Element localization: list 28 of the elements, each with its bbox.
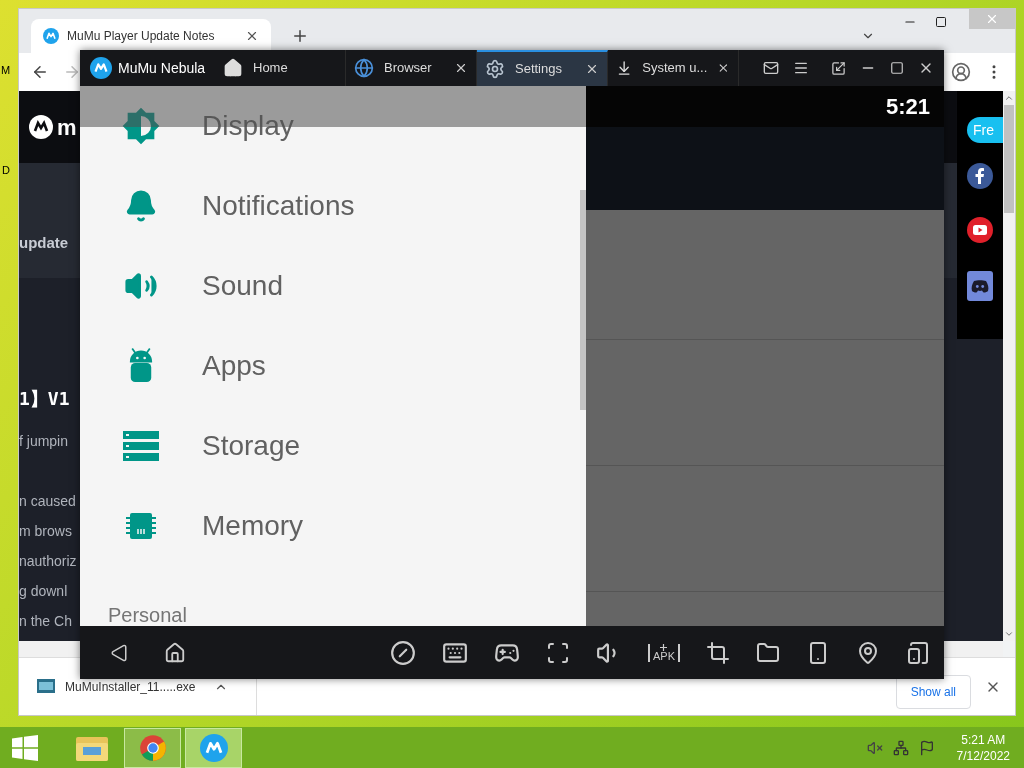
download-filename: MuMuInstaller_11.....exe — [65, 678, 196, 696]
desktop-label: M — [1, 63, 11, 78]
article-text: f jumpin — [19, 434, 69, 448]
drawer-item[interactable]: Memory — [80, 486, 570, 566]
drawer-item[interactable]: Storage — [80, 406, 570, 486]
tab-title: MuMu Player Update Notes — [67, 28, 216, 45]
drawer-item[interactable]: Notifications — [80, 166, 570, 246]
article-text: n the Ch — [19, 614, 72, 628]
drawer-item[interactable]: Sound — [80, 246, 570, 326]
emulator-tab[interactable]: Settings — [477, 50, 608, 86]
article-heading: 1】V1 — [19, 390, 71, 408]
desktop-label: D — [2, 163, 10, 178]
article-text: g downl — [19, 584, 68, 598]
page-tab[interactable]: MuMu Player Update Notes — [31, 19, 271, 53]
subnav-text: update — [19, 235, 69, 250]
article-text: nauthoriz — [19, 554, 77, 568]
article-text: m brows — [19, 524, 72, 538]
drawer-item[interactable]: Apps — [80, 326, 570, 406]
tab-label: System u... — [642, 59, 708, 78]
tab-label: Home — [253, 59, 289, 78]
article-text: n caused — [19, 494, 76, 508]
tab-label: Settings — [515, 60, 563, 79]
tab-label: Browser — [384, 59, 433, 78]
app-title: MuMu Nebula — [118, 58, 206, 78]
apk-install-button[interactable]: APK — [648, 643, 680, 662]
section-header: Personal — [108, 603, 188, 626]
site-logo-text: m — [57, 113, 77, 142]
status-clock: 5:21 — [885, 93, 930, 121]
